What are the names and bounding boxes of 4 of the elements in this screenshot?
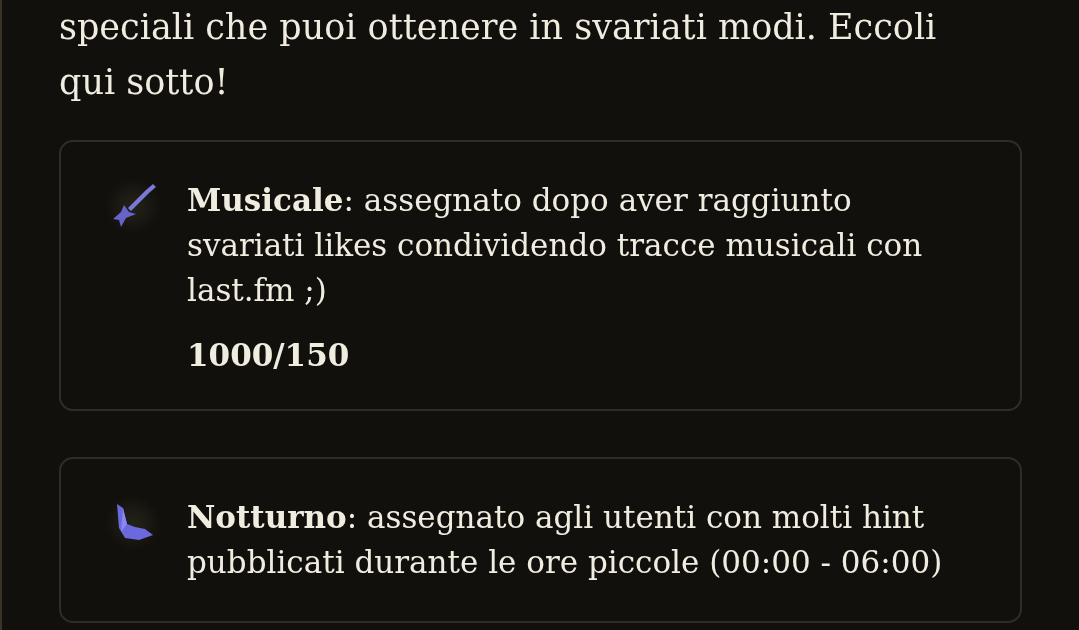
badge-description: Musicale: assegnato dopo aver raggiunto svariati likes condividendo tracce musicali con last.fm ;) <box>187 181 924 310</box>
intro-paragraph: speciali che puoi ottenere in svariati modi. Eccoli qui sotto! <box>59 6 938 104</box>
badge-count: 1000/150 <box>187 337 351 373</box>
badge-description: Notturno: assegnato agli utenti con molti hint pubblicati durante le ore piccole (00:00 - 06:00) <box>187 498 944 582</box>
